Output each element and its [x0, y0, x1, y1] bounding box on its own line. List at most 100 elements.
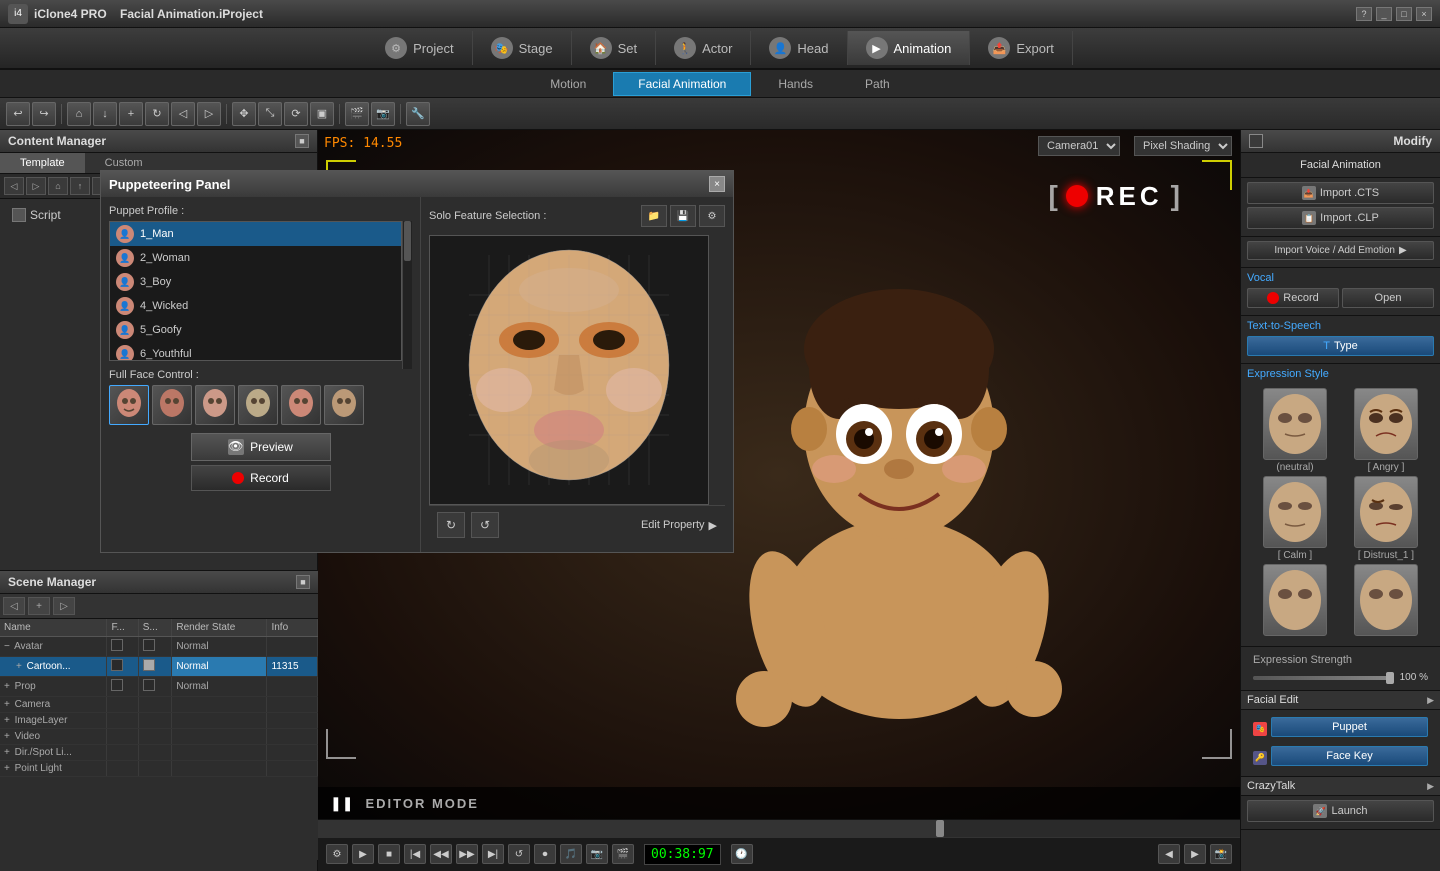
pp-tool-reset[interactable]: ↺ — [471, 512, 499, 538]
table-row[interactable]: + Cartoon... Normal11315 — [0, 657, 318, 677]
cm-tool-1[interactable]: ◁ — [4, 177, 24, 195]
profile-item-3[interactable]: 👤 3_Boy — [110, 270, 401, 294]
settings-button[interactable]: 🔧 — [406, 102, 430, 126]
tc-arrow-left[interactable]: ◀ — [1158, 844, 1180, 864]
face-key-button[interactable]: Face Key — [1271, 746, 1428, 766]
tc-loop-button[interactable]: ↺ — [508, 844, 530, 864]
rp-checkbox[interactable] — [1249, 134, 1263, 148]
import-clp-button[interactable]: 📋 Import .CLP — [1247, 207, 1434, 229]
strength-slider[interactable] — [1253, 676, 1394, 680]
sub-tab-motion[interactable]: Motion — [525, 72, 611, 96]
cm-tab-template[interactable]: Template — [0, 153, 85, 173]
tc-settings-button[interactable]: ⚙ — [326, 844, 348, 864]
solo-btn-settings[interactable]: ⚙ — [699, 205, 725, 227]
sub-tab-facial[interactable]: Facial Animation — [613, 72, 751, 96]
tc-stop-button[interactable]: ■ — [378, 844, 400, 864]
edit-property-button[interactable]: Edit Property ▶ — [641, 519, 717, 532]
solo-btn-folder[interactable]: 📁 — [641, 205, 667, 227]
check-s[interactable] — [143, 659, 155, 671]
profile-item-2[interactable]: 👤 2_Woman — [110, 246, 401, 270]
tool2-button[interactable]: ▷ — [197, 102, 221, 126]
move-button[interactable]: ✥ — [232, 102, 256, 126]
scene-tool-next[interactable]: ▷ — [53, 597, 75, 615]
profile-item-4[interactable]: 👤 4_Wicked — [110, 294, 401, 318]
tool1-button[interactable]: ◁ — [171, 102, 195, 126]
face-thumb-5[interactable] — [281, 385, 321, 425]
rotate-button[interactable]: ↻ — [145, 102, 169, 126]
table-row[interactable]: + ImageLayer — [0, 713, 318, 729]
sub-tab-path[interactable]: Path — [840, 72, 915, 96]
maximize-button[interactable]: □ — [1396, 7, 1412, 21]
check-s[interactable] — [143, 679, 155, 691]
tc-prev-frame-button[interactable]: ◀◀ — [430, 844, 452, 864]
tc-clock-button[interactable]: 🕐 — [731, 844, 753, 864]
check-f[interactable] — [111, 679, 123, 691]
profile-scrollbar-thumb[interactable] — [404, 221, 411, 261]
face-thumb-6[interactable] — [324, 385, 364, 425]
crazytalk-collapsible[interactable]: CrazyTalk ▶ — [1241, 777, 1440, 796]
pp-preview-button[interactable]: 👁 Preview — [191, 433, 331, 461]
content-manager-close[interactable]: ■ — [295, 134, 309, 148]
profile-item-6[interactable]: 👤 6_Youthful — [110, 342, 401, 361]
nav-tab-stage[interactable]: 🎭 Stage — [473, 31, 572, 65]
camera-button[interactable]: 📷 — [371, 102, 395, 126]
tc-render-button[interactable]: 🎬 — [612, 844, 634, 864]
expr-5[interactable] — [1251, 564, 1339, 638]
cm-tool-3[interactable]: ⌂ — [48, 177, 68, 195]
shading-select[interactable]: Pixel Shading — [1134, 136, 1232, 156]
expr-distrust[interactable]: [ Distrust_1 ] — [1342, 476, 1430, 561]
nav-tab-project[interactable]: ⚙ Project — [367, 31, 472, 65]
timeline-bar[interactable] — [318, 820, 1240, 838]
scene-tool-add[interactable]: + — [28, 597, 50, 615]
solo-btn-save[interactable]: 💾 — [670, 205, 696, 227]
tc-camera-button[interactable]: 📷 — [586, 844, 608, 864]
tc-record-button[interactable]: ⏺ — [534, 844, 556, 864]
tc-start-button[interactable]: |◀ — [404, 844, 426, 864]
cm-tool-2[interactable]: ▷ — [26, 177, 46, 195]
pause-button[interactable]: ❚❚ — [330, 795, 353, 812]
import-voice-button[interactable]: Import Voice / Add Emotion ▶ — [1247, 241, 1434, 260]
pp-record-button[interactable]: Record — [191, 465, 331, 491]
expr-neutral[interactable]: (neutral) — [1251, 388, 1339, 473]
nav-tab-animation[interactable]: ▶ Animation — [848, 31, 971, 65]
nav-tab-export[interactable]: 📤 Export — [970, 31, 1073, 65]
pp-titlebar[interactable]: Puppeteering Panel × — [101, 171, 733, 197]
sub-tab-hands[interactable]: Hands — [753, 72, 838, 96]
launch-button[interactable]: 🚀 Launch — [1247, 800, 1434, 822]
nav-tab-set[interactable]: 🏠 Set — [572, 31, 657, 65]
window-controls[interactable]: ? _ □ × — [1356, 7, 1432, 21]
tc-end-button[interactable]: ▶| — [482, 844, 504, 864]
table-row[interactable]: + Camera — [0, 697, 318, 713]
vocal-record-button[interactable]: Record — [1247, 288, 1339, 308]
cm-tool-4[interactable]: ↑ — [70, 177, 90, 195]
table-row[interactable]: + Dir./Spot Li... — [0, 745, 318, 761]
table-row[interactable]: + Prop Normal — [0, 677, 318, 697]
nav-tab-actor[interactable]: 🚶 Actor — [656, 31, 751, 65]
table-row[interactable]: + Video — [0, 729, 318, 745]
face-thumb-1[interactable] — [109, 385, 149, 425]
type-button[interactable]: T Type — [1247, 336, 1434, 356]
expr-calm[interactable]: [ Calm ] — [1251, 476, 1339, 561]
profile-item-1[interactable]: 👤 1_Man — [110, 222, 401, 246]
add-button[interactable]: + — [119, 102, 143, 126]
nav-tab-head[interactable]: 👤 Head — [751, 31, 847, 65]
render-button[interactable]: 🎬 — [345, 102, 369, 126]
expr-angry[interactable]: [ Angry ] — [1342, 388, 1430, 473]
rotate2-button[interactable]: ⟳ — [284, 102, 308, 126]
check-s[interactable] — [143, 639, 155, 651]
scale-button[interactable]: ⤡ — [258, 102, 282, 126]
check-f[interactable] — [111, 639, 123, 651]
scene-manager-close[interactable]: ■ — [296, 575, 310, 589]
pp-close-button[interactable]: × — [709, 176, 725, 192]
down-button[interactable]: ↓ — [93, 102, 117, 126]
home-button[interactable]: ⌂ — [67, 102, 91, 126]
facial-edit-collapsible[interactable]: Facial Edit ▶ — [1241, 691, 1440, 710]
minimize-button[interactable]: _ — [1376, 7, 1392, 21]
table-row[interactable]: + Point Light — [0, 761, 318, 777]
select-button[interactable]: ▣ — [310, 102, 334, 126]
face-thumb-3[interactable] — [195, 385, 235, 425]
tc-next-frame-button[interactable]: ▶▶ — [456, 844, 478, 864]
redo-button[interactable]: ↪ — [32, 102, 56, 126]
face-thumb-2[interactable] — [152, 385, 192, 425]
profile-scrollbar[interactable] — [402, 221, 412, 369]
